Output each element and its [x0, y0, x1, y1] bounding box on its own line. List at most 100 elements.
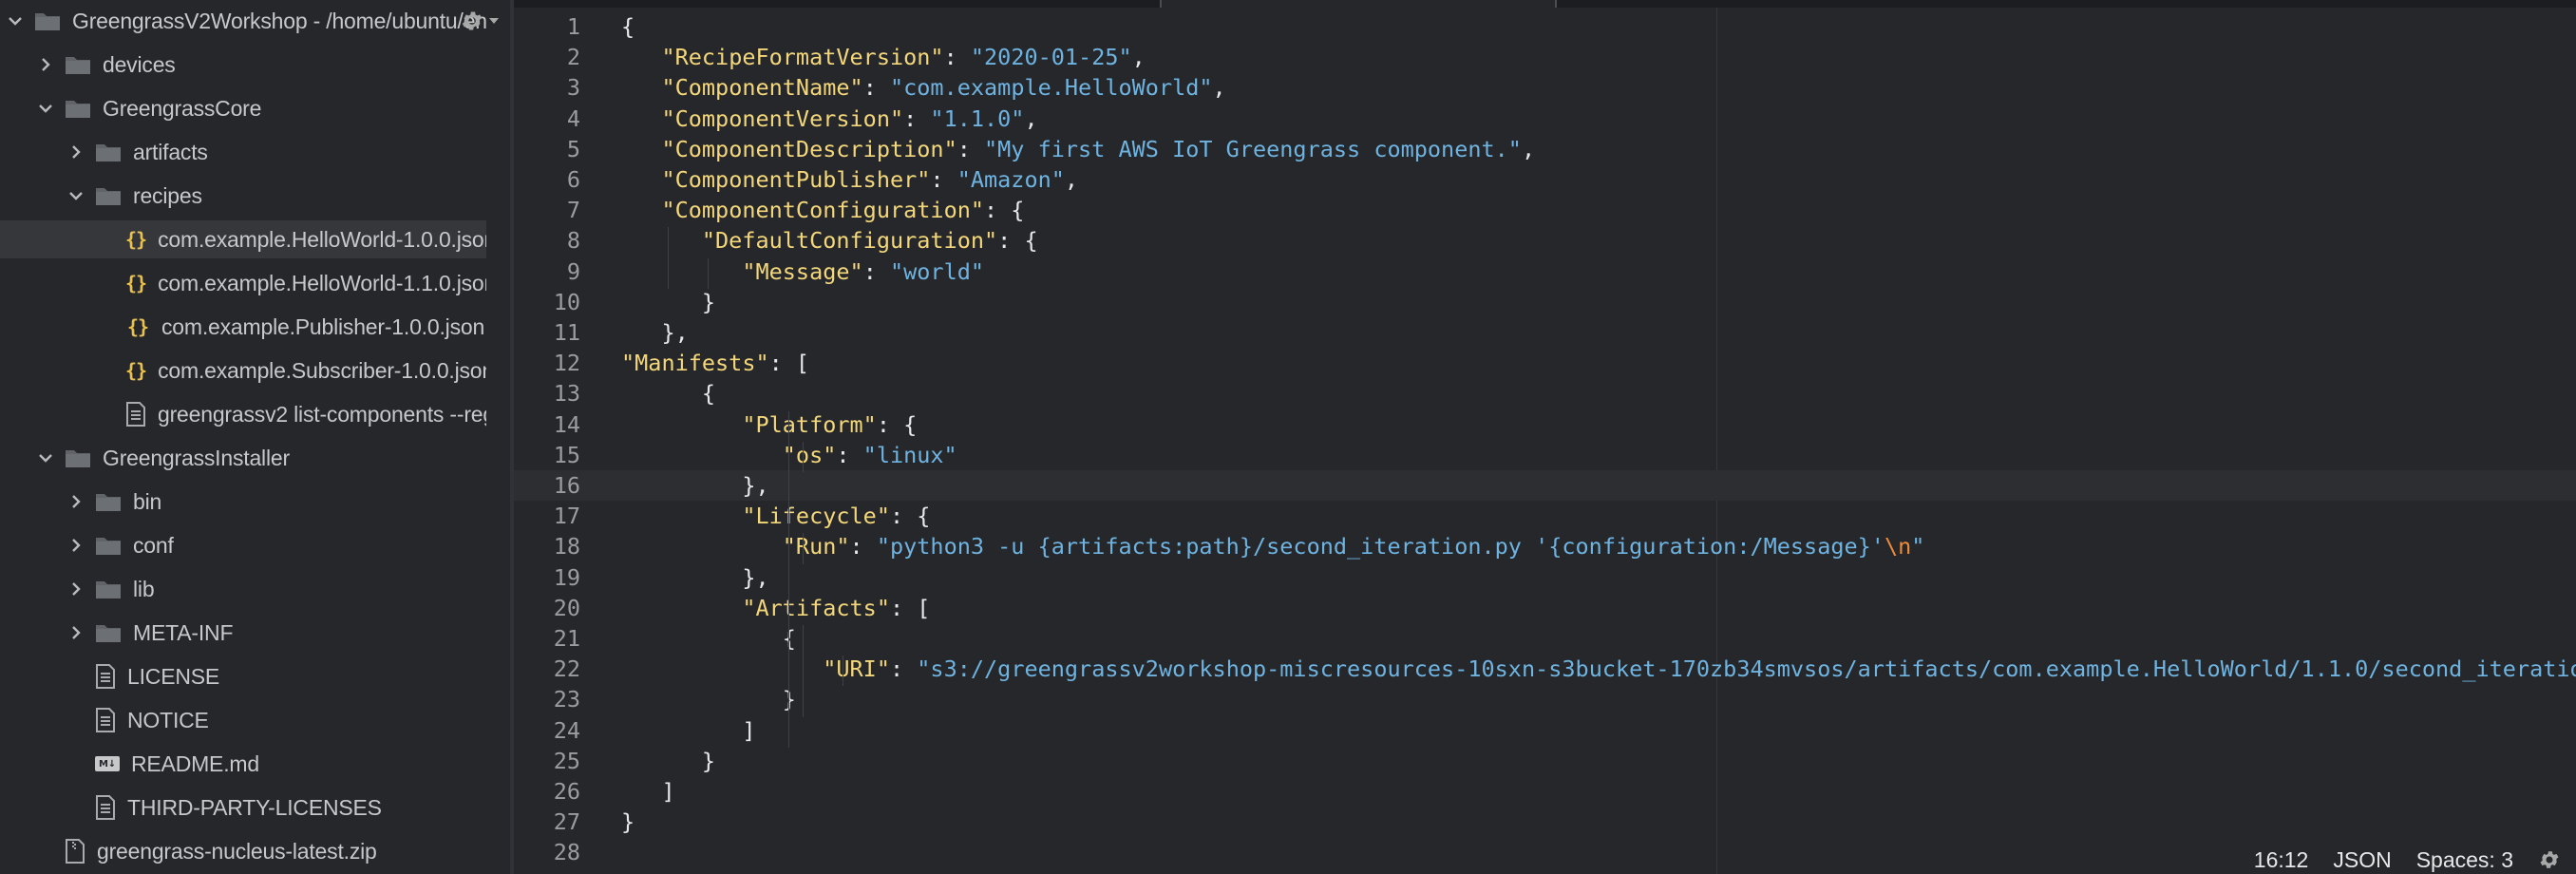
chevron-down-icon[interactable]: [38, 101, 53, 116]
tree-item-notice[interactable]: NOTICE: [0, 701, 486, 739]
line-number: 22: [553, 656, 580, 683]
tree-item-greengrassv2workshop-home-ubuntu-environment[interactable]: GreengrassV2Workshop - /home/ubuntu/envi…: [0, 2, 486, 40]
document-icon: [95, 664, 116, 689]
line-number: 26: [553, 778, 580, 805]
line-number: 9: [566, 257, 580, 285]
chevron-right-icon[interactable]: [68, 581, 84, 597]
code-line[interactable]: 18 "Run": "python3 -u {artifacts:path}/s…: [514, 531, 2576, 561]
punctuation: : [: [889, 594, 931, 621]
code-line[interactable]: 13 {: [514, 378, 2576, 408]
line-number: 11: [553, 319, 580, 346]
code-line[interactable]: 6 "ComponentPublisher": "Amazon",: [514, 164, 2576, 195]
code-line[interactable]: 7 "ComponentConfiguration": {: [514, 195, 2576, 225]
code-line[interactable]: 17 "Lifecycle": {: [514, 501, 2576, 531]
code-text: "DefaultConfiguration": {: [621, 225, 1038, 256]
code-line[interactable]: 21 {: [514, 623, 2576, 654]
code-line[interactable]: 4 "ComponentVersion": "1.1.0",: [514, 104, 2576, 134]
tree-item-greengrassv2-list-components-region[interactable]: greengrassv2 list-components --region: [0, 395, 486, 433]
folder-icon: [65, 54, 91, 75]
tree-item-greengrassinstaller[interactable]: GreengrassInstaller: [0, 439, 486, 477]
tree-item-recipes[interactable]: recipes: [0, 177, 486, 215]
chevron-down-icon[interactable]: [68, 188, 84, 203]
language-mode[interactable]: JSON: [2333, 847, 2391, 873]
code-line[interactable]: 22 "URI": "s3://greengrassv2workshop-mis…: [514, 654, 2576, 684]
punctuation: {: [621, 380, 716, 408]
json-file-icon: {}: [125, 359, 147, 382]
json-key: "URI": [823, 656, 890, 683]
tree-item-conf[interactable]: conf: [0, 526, 486, 564]
code-editor[interactable]: 1{2 "RecipeFormatVersion": "2020-01-25",…: [514, 8, 2576, 874]
tree-item-artifacts[interactable]: artifacts: [0, 133, 486, 171]
json-key: "RecipeFormatVersion": [661, 44, 944, 71]
code-line[interactable]: 14 "Platform": {: [514, 409, 2576, 440]
tree-item-meta-inf[interactable]: META-INF: [0, 614, 486, 652]
punctuation: : {: [876, 410, 918, 438]
punctuation: }: [621, 686, 796, 713]
line-number: 6: [566, 166, 580, 193]
punctuation: [621, 411, 742, 438]
chevron-right-icon[interactable]: [68, 625, 84, 640]
code-text: "Manifests": [: [621, 348, 809, 378]
tree-item-readme-md[interactable]: M↓ README.md: [0, 745, 486, 783]
json-file-icon: {}: [125, 272, 147, 294]
code-line[interactable]: 15 "os": "linux": [514, 440, 2576, 470]
editor-tab[interactable]: [1160, 0, 1557, 8]
code-line[interactable]: 24 ]: [514, 715, 2576, 746]
tree-item-com-example-helloworld-1-1-0-json[interactable]: {} com.example.HelloWorld-1.1.0.json: [0, 264, 486, 302]
code-line[interactable]: 9 "Message": "world": [514, 256, 2576, 287]
json-key: "DefaultConfiguration": [701, 227, 998, 255]
tree-item-com-example-helloworld-1-0-0-json[interactable]: {} com.example.HelloWorld-1.0.0.json: [0, 220, 486, 258]
chevron-down-icon[interactable]: [8, 13, 23, 28]
code-line[interactable]: 1{: [514, 11, 2576, 42]
line-number: 23: [553, 686, 580, 713]
chevron-right-icon[interactable]: [68, 494, 84, 509]
code-line[interactable]: 16 },: [514, 470, 2576, 501]
code-line[interactable]: 3 "ComponentName": "com.example.HelloWor…: [514, 72, 2576, 103]
tree-item-devices[interactable]: devices: [0, 46, 486, 84]
cursor-position[interactable]: 16:12: [2254, 847, 2309, 873]
code-line[interactable]: 11 },: [514, 317, 2576, 348]
code-line[interactable]: 10 }: [514, 287, 2576, 317]
folder-icon: [95, 185, 122, 206]
code-line[interactable]: 5 "ComponentDescription": "My first AWS …: [514, 134, 2576, 164]
punctuation: :: [836, 441, 863, 468]
code-line[interactable]: 26 ]: [514, 776, 2576, 807]
json-key: "ComponentConfiguration": [661, 197, 985, 224]
tree-item-license[interactable]: LICENSE: [0, 657, 486, 695]
code-line[interactable]: 23 }: [514, 684, 2576, 714]
code-line[interactable]: 27}: [514, 807, 2576, 837]
line-number: 12: [553, 350, 580, 377]
code-line[interactable]: 19 },: [514, 562, 2576, 593]
punctuation: :: [903, 104, 931, 132]
json-string: ": [1911, 533, 1925, 560]
chevron-down-icon[interactable]: [38, 450, 53, 466]
tree-item-greengrasscore[interactable]: GreengrassCore: [0, 89, 486, 127]
punctuation: : {: [997, 227, 1038, 255]
tree-item-com-example-publisher-1-0-0-json[interactable]: {} com.example.Publisher-1.0.0.json: [0, 308, 486, 346]
code-text: "RecipeFormatVersion": "2020-01-25",: [621, 42, 1145, 72]
line-number: 8: [566, 227, 580, 255]
chevron-right-icon[interactable]: [68, 538, 84, 553]
tree-item-com-example-subscriber-1-0-0-json[interactable]: {} com.example.Subscriber-1.0.0.json: [0, 352, 486, 390]
code-line[interactable]: 8 "DefaultConfiguration": {: [514, 225, 2576, 256]
tree-item-label: com.example.HelloWorld-1.0.0.json: [158, 226, 486, 252]
code-line[interactable]: 25 }: [514, 746, 2576, 776]
punctuation: [621, 258, 742, 285]
chevron-right-icon[interactable]: [68, 144, 84, 160]
folder-icon: [65, 447, 91, 468]
folder-icon: [95, 535, 122, 556]
tree-item-lib[interactable]: lib: [0, 570, 486, 608]
json-key: "Lifecycle": [742, 503, 890, 530]
tree-item-third-party-licenses[interactable]: THIRD-PARTY-LICENSES: [0, 788, 486, 826]
code-line[interactable]: 2 "RecipeFormatVersion": "2020-01-25",: [514, 42, 2576, 72]
code-line[interactable]: 20 "Artifacts": [: [514, 593, 2576, 623]
tree-item-greengrass-nucleus-latest-zip[interactable]: greengrass-nucleus-latest.zip: [0, 832, 486, 870]
gear-icon[interactable]: [2538, 848, 2561, 871]
tree-item-bin[interactable]: bin: [0, 483, 486, 521]
chevron-right-icon[interactable]: [38, 57, 53, 72]
code-line[interactable]: 12 "Manifests": [: [514, 348, 2576, 378]
indent-guide: [802, 533, 804, 564]
indent-setting[interactable]: Spaces: 3: [2416, 847, 2513, 873]
json-key: "Manifests": [621, 350, 769, 377]
settings-gear-button[interactable]: [460, 8, 502, 34]
